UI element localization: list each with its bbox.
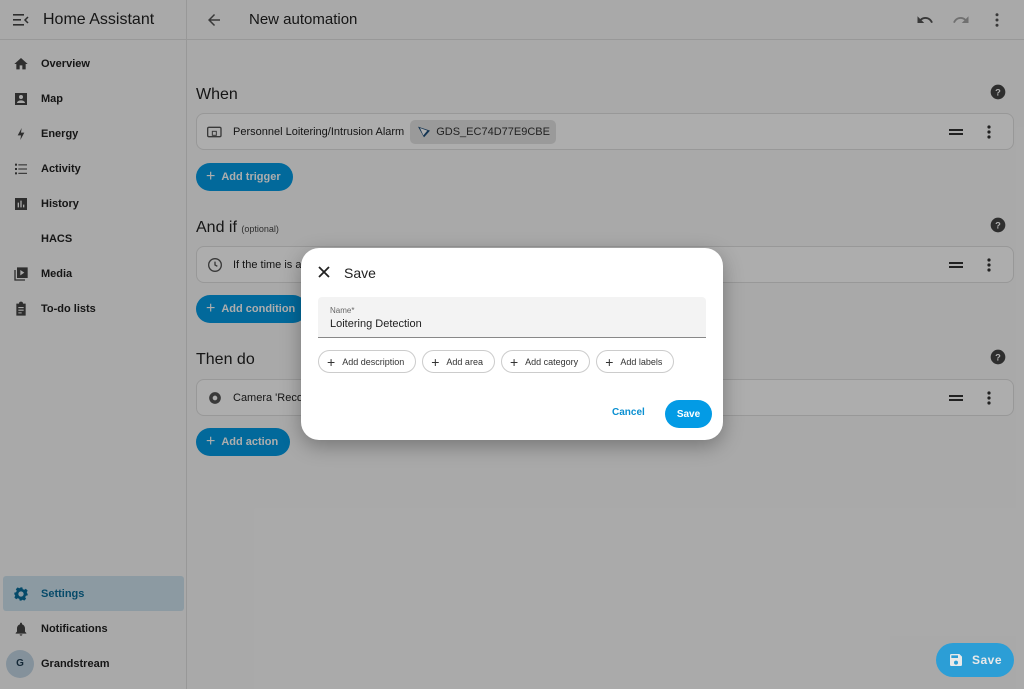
name-field[interactable]: Name* (318, 297, 706, 338)
dialog-title: Save (344, 265, 376, 281)
dialog-option-chips: + Add description + Add area + Add category… (318, 350, 675, 373)
save-dialog: Save Name* + Add description + Add area + A… (301, 248, 723, 440)
name-field-label: Name* (330, 306, 355, 315)
chip-label: Add labels (620, 356, 663, 367)
plus-icon: + (431, 353, 440, 370)
plus-icon: + (509, 353, 519, 370)
save-fab-label: Save (971, 653, 1003, 667)
chip-label: Add category (525, 356, 579, 367)
chip-label: Add area (446, 356, 483, 367)
close-icon[interactable] (317, 265, 331, 279)
save-button[interactable]: Save (665, 400, 712, 428)
add-area-chip[interactable]: + Add area (422, 350, 495, 373)
name-input[interactable] (330, 318, 690, 330)
add-description-chip[interactable]: + Add description (318, 350, 417, 373)
add-labels-chip[interactable]: + Add labels (596, 350, 675, 373)
add-category-chip[interactable]: + Add category (500, 350, 591, 373)
save-fab-button[interactable]: Save (936, 643, 1014, 677)
plus-icon: + (327, 353, 336, 370)
floppy-disk-icon (949, 654, 962, 666)
cancel-button[interactable]: Cancel (612, 407, 645, 418)
chip-label: Add description (342, 356, 405, 367)
plus-icon: + (605, 353, 614, 370)
